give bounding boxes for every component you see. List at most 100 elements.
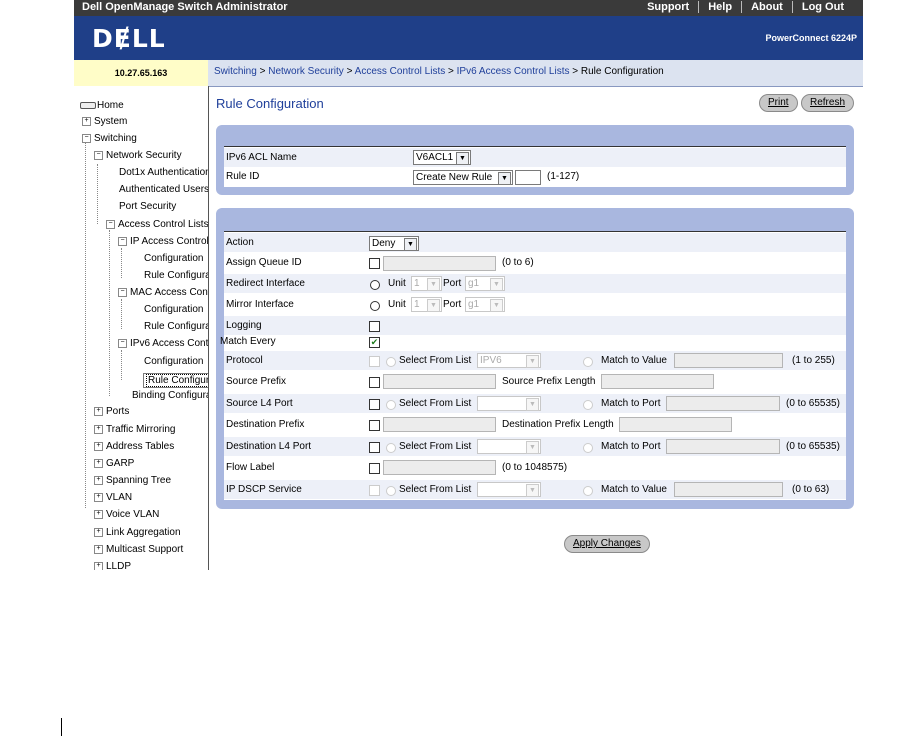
rule-id-select[interactable]: Create New Rule ▼	[413, 170, 513, 185]
apply-changes-button[interactable]: Apply Changes	[564, 535, 650, 553]
redirect-radio[interactable]	[370, 280, 380, 290]
sidebar-item-ip-acl-rule-configuration[interactable]: Rule Configuration	[144, 270, 208, 281]
sidebar-item-access-control-lists[interactable]: − Access Control Lists	[106, 219, 208, 230]
source-l4-port-radio[interactable]	[583, 400, 593, 410]
collapse-icon[interactable]: −	[118, 338, 127, 348]
sidebar-item-multicast-support[interactable]: + Multicast Support	[94, 544, 183, 555]
mirror-port-select[interactable]: g1 ▼	[465, 297, 505, 312]
redirect-unit-select[interactable]: 1 ▼	[411, 276, 442, 291]
source-l4-checkbox[interactable]	[369, 399, 380, 410]
expand-icon[interactable]: +	[94, 475, 103, 485]
sidebar-item-garp[interactable]: + GARP	[94, 458, 134, 469]
protocol-select[interactable]: IPV6 ▼	[477, 353, 541, 368]
sidebar-item-mac-acl-rule-configuration[interactable]: Rule Configuration	[144, 321, 208, 332]
breadcrumb-ipv6-acl[interactable]: IPv6 Access Control Lists	[457, 66, 570, 77]
acl-select-panel: IPv6 ACL Name V6ACL1 ▼ Rule ID Create Ne…	[216, 125, 854, 195]
expand-icon[interactable]: +	[94, 441, 103, 451]
dscp-value-input[interactable]	[674, 482, 783, 497]
dest-prefix-label: Destination Prefix	[226, 419, 305, 430]
sidebar-item-lldp[interactable]: + LLDP	[94, 561, 131, 570]
sidebar-item-traffic-mirroring[interactable]: + Traffic Mirroring	[94, 424, 175, 435]
logging-checkbox[interactable]	[369, 321, 380, 332]
flow-label-input[interactable]	[383, 460, 496, 475]
dest-l4-select[interactable]: ▼	[477, 439, 541, 454]
source-l4-port-input[interactable]	[666, 396, 780, 411]
expand-icon[interactable]: +	[94, 424, 103, 434]
mirror-unit-select[interactable]: 1 ▼	[411, 297, 442, 312]
sidebar-item-mac-acl[interactable]: −MAC Access Control Lists	[118, 287, 208, 298]
dscp-value-radio[interactable]	[583, 486, 593, 496]
expand-icon[interactable]: +	[82, 116, 91, 126]
collapse-icon[interactable]: −	[118, 236, 127, 246]
expand-icon[interactable]: +	[94, 527, 103, 537]
dscp-checkbox[interactable]	[369, 485, 380, 496]
sidebar-item-port-security[interactable]: Port Security	[119, 201, 176, 212]
rule-id-input[interactable]	[515, 170, 541, 185]
print-button[interactable]: Print	[759, 94, 798, 112]
protocol-value-radio[interactable]	[583, 357, 593, 367]
acl-name-select[interactable]: V6ACL1 ▼	[413, 150, 471, 165]
expand-icon[interactable]: +	[94, 509, 103, 519]
logout-link[interactable]: Log Out	[791, 1, 853, 13]
sidebar-item-ipv6-acl-rule-configuration[interactable]: Rule Configuration	[143, 373, 208, 388]
breadcrumb-switching[interactable]: Switching	[214, 66, 257, 77]
source-l4-list-radio[interactable]	[386, 400, 396, 410]
collapse-icon[interactable]: −	[94, 150, 103, 160]
dest-prefix-input[interactable]	[383, 417, 496, 432]
expand-icon[interactable]: +	[94, 561, 103, 570]
dest-l4-checkbox[interactable]	[369, 442, 380, 453]
sidebar-item-address-tables[interactable]: + Address Tables	[94, 441, 174, 452]
breadcrumb-network-security[interactable]: Network Security	[268, 66, 344, 77]
sidebar-item-system[interactable]: + System	[82, 116, 127, 127]
dest-prefix-length-input[interactable]	[619, 417, 732, 432]
redirect-port-select[interactable]: g1 ▼	[465, 276, 505, 291]
assign-queue-input[interactable]	[383, 256, 496, 271]
expand-icon[interactable]: +	[94, 492, 103, 502]
sidebar-item-ip-acl-configuration[interactable]: Configuration	[144, 253, 203, 264]
support-link[interactable]: Support	[638, 1, 698, 13]
collapse-icon[interactable]: −	[82, 133, 91, 143]
sidebar-item-link-aggregation[interactable]: + Link Aggregation	[94, 527, 181, 538]
dest-l4-port-input[interactable]	[666, 439, 780, 454]
source-l4-select[interactable]: ▼	[477, 396, 541, 411]
sidebar-item-vlan[interactable]: + VLAN	[94, 492, 132, 503]
protocol-value-input[interactable]	[674, 353, 783, 368]
sidebar-item-mac-acl-configuration[interactable]: Configuration	[144, 304, 203, 315]
sidebar-item-home[interactable]: Home	[80, 100, 124, 111]
help-link[interactable]: Help	[698, 1, 741, 13]
expand-icon[interactable]: +	[94, 458, 103, 468]
protocol-list-radio[interactable]	[386, 357, 396, 367]
sidebar-item-spanning-tree[interactable]: + Spanning Tree	[94, 475, 171, 486]
sidebar-item-dot1x[interactable]: Dot1x Authentication	[119, 167, 208, 178]
sidebar-item-authenticated-users[interactable]: Authenticated Users	[119, 184, 208, 195]
sidebar-item-ip-acl[interactable]: −IP Access Control Lists	[118, 236, 208, 247]
dest-l4-port-radio[interactable]	[583, 443, 593, 453]
sidebar-item-switching[interactable]: − Switching	[82, 133, 137, 144]
sidebar-item-ipv6-acl[interactable]: −IPv6 Access Control Lists	[118, 338, 208, 349]
action-select[interactable]: Deny ▼	[369, 236, 419, 251]
source-prefix-checkbox[interactable]	[369, 377, 380, 388]
flow-label-checkbox[interactable]	[369, 463, 380, 474]
mirror-radio[interactable]	[370, 301, 380, 311]
dscp-select[interactable]: ▼	[477, 482, 541, 497]
assign-queue-checkbox[interactable]	[369, 258, 380, 269]
source-prefix-input[interactable]	[383, 374, 496, 389]
sidebar-item-ports[interactable]: + Ports	[94, 406, 129, 417]
sidebar-item-ipv6-acl-configuration[interactable]: Configuration	[144, 356, 203, 367]
expand-icon[interactable]: +	[94, 544, 103, 554]
dest-l4-list-radio[interactable]	[386, 443, 396, 453]
sidebar-item-network-security[interactable]: − Network Security	[94, 150, 182, 161]
refresh-button[interactable]: Refresh	[801, 94, 855, 112]
breadcrumb-acl[interactable]: Access Control Lists	[355, 66, 446, 77]
match-every-checkbox[interactable]: ✔	[369, 337, 380, 348]
collapse-icon[interactable]: −	[118, 287, 127, 297]
protocol-checkbox[interactable]	[369, 356, 380, 367]
collapse-icon[interactable]: −	[106, 219, 115, 229]
dest-prefix-checkbox[interactable]	[369, 420, 380, 431]
sidebar-item-voice-vlan[interactable]: + Voice VLAN	[94, 509, 159, 520]
expand-icon[interactable]: +	[94, 406, 103, 416]
sidebar-item-binding-configuration[interactable]: Binding Configuration	[132, 390, 208, 401]
source-prefix-length-input[interactable]	[601, 374, 714, 389]
about-link[interactable]: About	[741, 1, 792, 13]
dscp-list-radio[interactable]	[386, 486, 396, 496]
